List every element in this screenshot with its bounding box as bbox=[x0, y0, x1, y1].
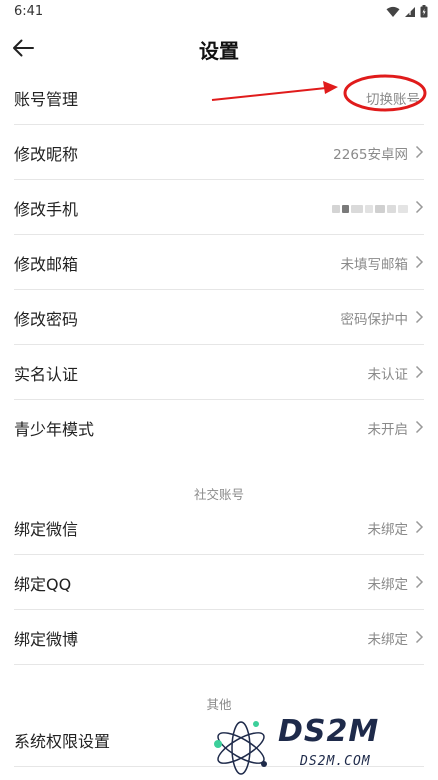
row-youth-mode[interactable]: 青少年模式 未开启 bbox=[14, 400, 424, 454]
row-value: 未填写邮箱 bbox=[340, 257, 409, 273]
page-title: 设置 bbox=[199, 39, 239, 63]
nav-bar: 设置 bbox=[0, 26, 438, 70]
row-label: 修改昵称 bbox=[14, 145, 79, 164]
row-value: 未开启 bbox=[367, 422, 409, 438]
row-label: 绑定QQ bbox=[14, 575, 72, 594]
row-value: 2265安卓网 bbox=[333, 147, 408, 163]
status-bar: 6:41 bbox=[0, 0, 438, 26]
watermark: DS2M DS2M.COM bbox=[208, 712, 438, 780]
row-value: 未认证 bbox=[367, 367, 409, 383]
wifi-icon bbox=[386, 6, 400, 17]
section-header-other: 其他 bbox=[206, 697, 232, 712]
row-edit-email[interactable]: 修改邮箱 未填写邮箱 bbox=[14, 235, 424, 290]
atom-logo-icon bbox=[214, 721, 267, 775]
row-label: 修改密码 bbox=[14, 310, 79, 329]
watermark-domain: DS2M.COM bbox=[300, 754, 371, 769]
status-time: 6:41 bbox=[14, 4, 44, 19]
row-label: 修改邮箱 bbox=[14, 255, 79, 274]
row-label: 账号管理 bbox=[14, 90, 79, 109]
chevron-right-icon bbox=[415, 145, 424, 159]
chevron-right-icon bbox=[415, 575, 424, 589]
row-bind-weibo[interactable]: 绑定微博 未绑定 bbox=[14, 610, 424, 665]
row-edit-phone[interactable]: 修改手机 bbox=[14, 180, 424, 235]
row-label: 系统权限设置 bbox=[14, 732, 111, 751]
signal-icon bbox=[405, 6, 415, 17]
phone-number-masked bbox=[332, 201, 408, 217]
row-bind-wechat[interactable]: 绑定微信 未绑定 bbox=[14, 500, 424, 555]
chevron-right-icon bbox=[415, 630, 424, 644]
row-edit-nickname[interactable]: 修改昵称 2265安卓网 bbox=[14, 125, 424, 180]
row-edit-password[interactable]: 修改密码 密码保护中 bbox=[14, 290, 424, 345]
row-label: 青少年模式 bbox=[14, 420, 95, 439]
chevron-right-icon bbox=[415, 255, 424, 269]
row-account-management[interactable]: 账号管理 切换账号 bbox=[14, 70, 424, 125]
switch-account-link[interactable]: 切换账号 bbox=[366, 88, 420, 108]
chevron-right-icon bbox=[415, 520, 424, 534]
chevron-right-icon bbox=[415, 310, 424, 324]
row-label: 修改手机 bbox=[14, 200, 79, 219]
battery-icon bbox=[420, 5, 428, 18]
row-bind-qq[interactable]: 绑定QQ 未绑定 bbox=[14, 555, 424, 610]
row-value: 未绑定 bbox=[367, 632, 409, 648]
chevron-right-icon bbox=[415, 200, 424, 214]
chevron-right-icon bbox=[415, 365, 424, 379]
row-label: 绑定微信 bbox=[14, 520, 79, 539]
row-value: 未绑定 bbox=[367, 577, 409, 593]
row-value: 未绑定 bbox=[367, 522, 409, 538]
row-label: 实名认证 bbox=[14, 365, 79, 384]
status-icons bbox=[386, 5, 428, 18]
row-value: 密码保护中 bbox=[340, 312, 409, 328]
watermark-logo-text: DS2M bbox=[278, 714, 380, 749]
chevron-right-icon bbox=[415, 420, 424, 434]
row-label: 绑定微博 bbox=[14, 630, 79, 649]
row-real-name-auth[interactable]: 实名认证 未认证 bbox=[14, 345, 424, 400]
